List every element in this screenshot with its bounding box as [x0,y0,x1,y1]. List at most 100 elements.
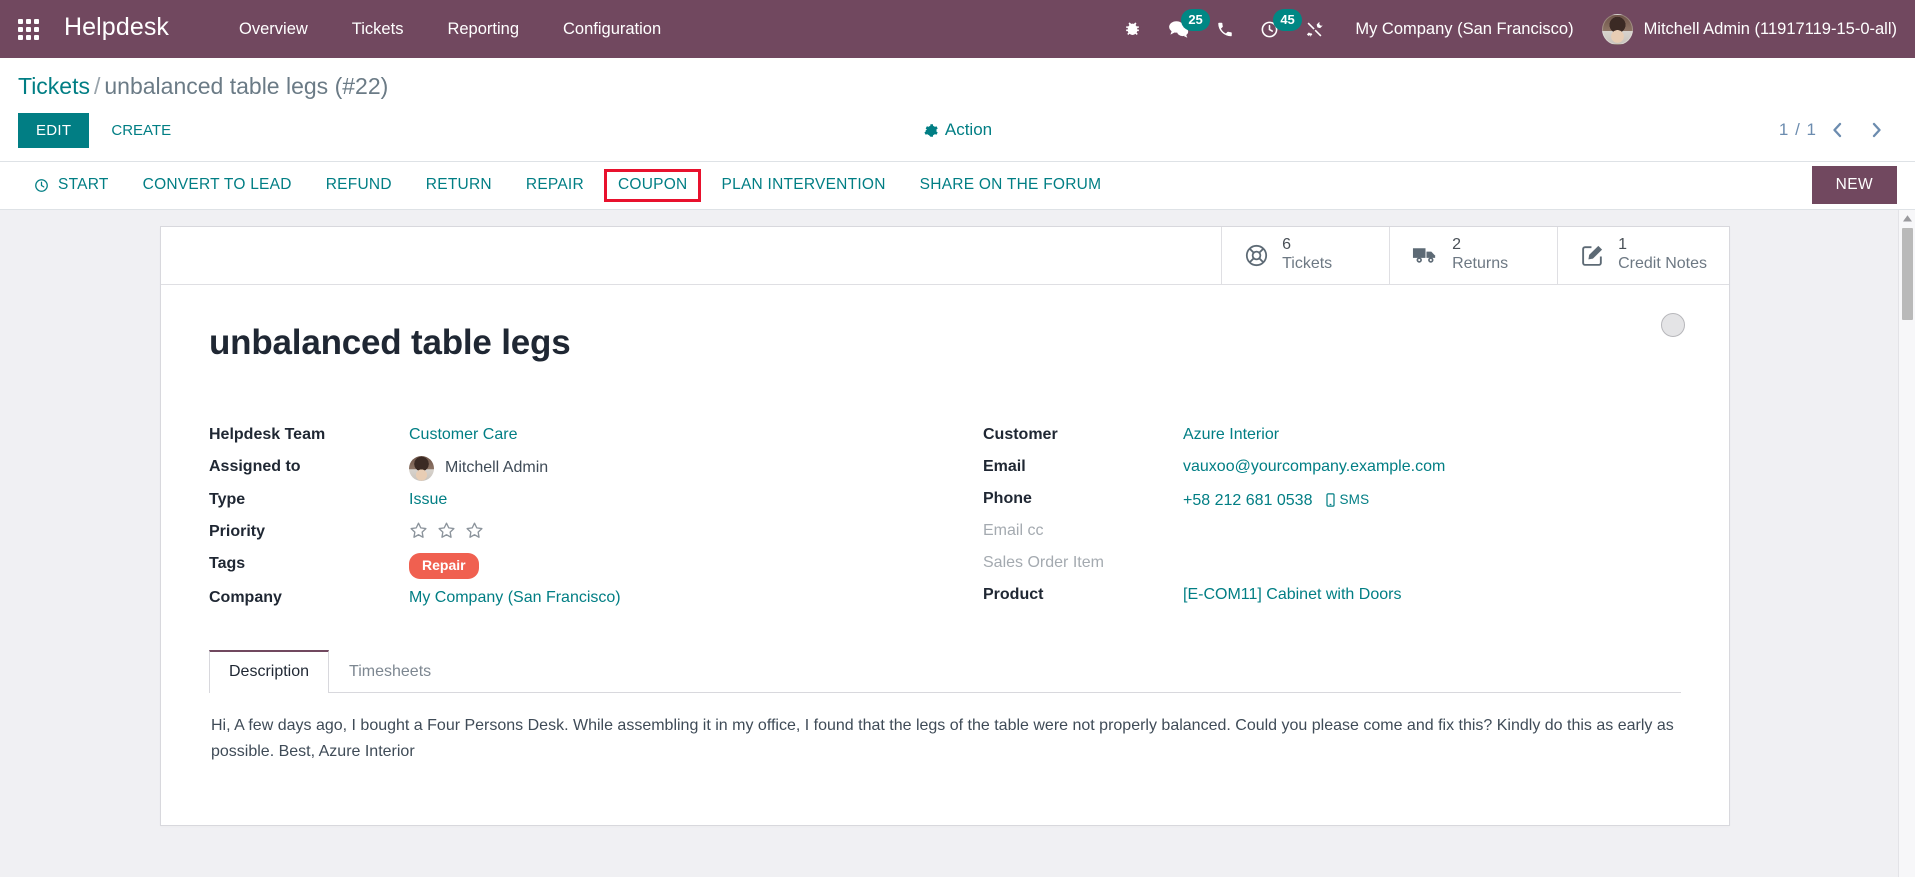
record-title: unbalanced table legs [209,322,571,362]
statusbar-button-coupon[interactable]: COUPON [603,169,702,202]
field-label-company: Company [209,588,282,606]
menu-item-reporting[interactable]: Reporting [425,0,541,58]
assigned-user-avatar [409,456,434,482]
description-text[interactable]: Hi, A few days ago, I bought a Four Pers… [209,693,1681,775]
fields-column-left: Helpdesk Team Customer Care Assigned to … [209,419,945,614]
stat-value-credit-notes: 1 [1618,236,1627,254]
field-value-email[interactable]: vauxoo@yourcompany.example.com [1183,454,1445,478]
breadcrumb-separator: / [94,73,101,99]
tools-icon[interactable] [1292,0,1337,58]
statusbar-button-start[interactable]: START [20,169,123,202]
stat-button-credit-notes[interactable]: 1 Credit Notes [1557,226,1729,284]
statusbar-button-plan-intervention[interactable]: PLAN INTERVENTION [707,169,899,202]
bug-icon[interactable] [1110,0,1155,58]
field-label-phone: Phone [983,490,1032,508]
stat-value-returns: 2 [1452,236,1461,254]
field-value-type[interactable]: Issue [409,487,447,511]
breadcrumb: Tickets / unbalanced table legs (#22) [18,58,1897,107]
edit-button[interactable]: EDIT [18,112,90,148]
field-company: Company My Company (San Francisco) [209,582,905,614]
control-panel: Tickets / unbalanced table legs (#22) EDIT… [0,58,1915,162]
tag-repair[interactable]: Repair [409,553,479,579]
company-selector[interactable]: My Company (San Francisco) [1337,20,1591,39]
vertical-scrollbar[interactable] [1898,209,1915,877]
kanban-state-indicator[interactable] [1661,312,1685,337]
menu-item-configuration[interactable]: Configuration [541,0,683,58]
user-menu[interactable]: Mitchell Admin (11917119-15-0-all) [1592,13,1901,45]
stat-button-tickets[interactable]: 6 Tickets [1221,226,1389,284]
statusbar-button-repair[interactable]: REPAIR [512,169,598,202]
pager-previous-button[interactable] [1817,118,1857,142]
field-label-helpdesk-team: Helpdesk Team [209,426,326,444]
field-value-customer[interactable]: Azure Interior [1183,422,1279,446]
pager-next-button[interactable] [1857,118,1897,142]
fields-grid: Helpdesk Team Customer Care Assigned to … [209,419,1681,614]
truck-icon [1412,244,1439,266]
field-value-assigned-to[interactable]: Mitchell Admin [409,454,548,482]
scrollbar-thumb[interactable] [1901,227,1913,320]
field-label-assigned-to: Assigned to [209,458,301,476]
phone-icon[interactable] [1203,0,1247,58]
stat-button-returns[interactable]: 2 Returns [1389,226,1557,284]
statusbar-button-refund[interactable]: REFUND [312,169,406,202]
menu-item-overview[interactable]: Overview [217,0,330,58]
statusbar-button-convert-to-lead[interactable]: CONVERT TO LEAD [129,169,306,202]
stat-button-returns-text: 2 Returns [1452,236,1508,274]
field-customer: Customer Azure Interior [983,419,1681,451]
clock-icon [34,178,49,193]
mobile-phone-icon [1326,493,1336,508]
field-assigned-to: Assigned to Mitchell Admin [209,451,905,484]
send-sms-label: SMS [1339,491,1370,507]
star-icon-3[interactable] [465,521,484,540]
stat-button-tickets-text: 6 Tickets [1282,236,1332,274]
scroll-up-arrow-icon[interactable] [1899,210,1915,227]
action-menu[interactable]: Action [923,120,992,140]
stat-label-returns: Returns [1452,255,1509,273]
field-value-helpdesk-team[interactable]: Customer Care [409,422,517,446]
field-value-company[interactable]: My Company (San Francisco) [409,585,621,609]
stat-button-credit-notes-text: 1 Credit Notes [1618,236,1707,274]
star-icon-1[interactable] [409,521,428,540]
statusbar-button-return[interactable]: RETURN [412,169,506,202]
field-tags: Tags Repair [209,548,905,582]
star-icon-2[interactable] [437,521,456,540]
field-label-type: Type [209,491,246,509]
field-type: Type Issue [209,484,905,516]
field-email: Email vauxoo@yourcompany.example.com [983,451,1681,483]
field-label-product: Product [983,586,1044,604]
status-badge-new[interactable]: NEW [1811,166,1897,205]
navbar-systray: 25 45 My Company (San Francisco) Mitchel… [1110,0,1901,58]
tab-description[interactable]: Description [209,649,330,694]
field-product: Product [E-COM11] Cabinet with Doors [983,579,1681,611]
field-label-priority: Priority [209,523,266,541]
breadcrumb-item-tickets[interactable]: Tickets [18,73,90,99]
statusbar: START CONVERT TO LEAD REFUND RETURN REPA… [0,161,1915,210]
app-brand-helpdesk[interactable]: Helpdesk [64,13,169,45]
life-ring-icon [1244,243,1269,268]
action-menu-label: Action [944,120,993,140]
notebook: Description Timesheets Hi, A few days ag… [209,649,1681,775]
create-button[interactable]: CREATE [97,113,185,148]
stat-label-tickets: Tickets [1282,255,1333,273]
statusbar-button-start-label: START [58,176,109,194]
send-sms-button[interactable]: SMS [1326,491,1369,510]
field-value-priority [409,519,493,540]
activities-clock-icon[interactable]: 45 [1247,0,1302,58]
priority-stars [409,521,493,540]
pager-value: 1 / 1 [1778,120,1817,140]
apps-grid-icon[interactable] [8,9,48,49]
control-panel-buttons: EDIT CREATE Action 1 / 1 [18,107,1897,161]
pager: 1 / 1 [1779,118,1897,142]
field-value-tags: Repair [409,551,479,579]
stat-label-credit-notes: Credit Notes [1618,255,1707,273]
form-sheet: 6 Tickets 2 Returns 1 Credit Notes unbal… [160,225,1730,826]
field-priority: Priority [209,516,905,548]
stat-value-tickets: 6 [1282,236,1291,254]
field-value-product[interactable]: [E-COM11] Cabinet with Doors [1183,582,1401,606]
sheet-body: unbalanced table legs Helpdesk Team Cust… [161,285,1729,809]
statusbar-button-share-on-the-forum[interactable]: SHARE ON THE FORUM [906,169,1116,202]
field-value-phone[interactable]: +58 212 681 0538 [1183,488,1312,512]
menu-item-tickets[interactable]: Tickets [330,0,426,58]
messages-icon[interactable]: 25 [1155,0,1210,58]
tab-timesheets[interactable]: Timesheets [329,650,451,693]
